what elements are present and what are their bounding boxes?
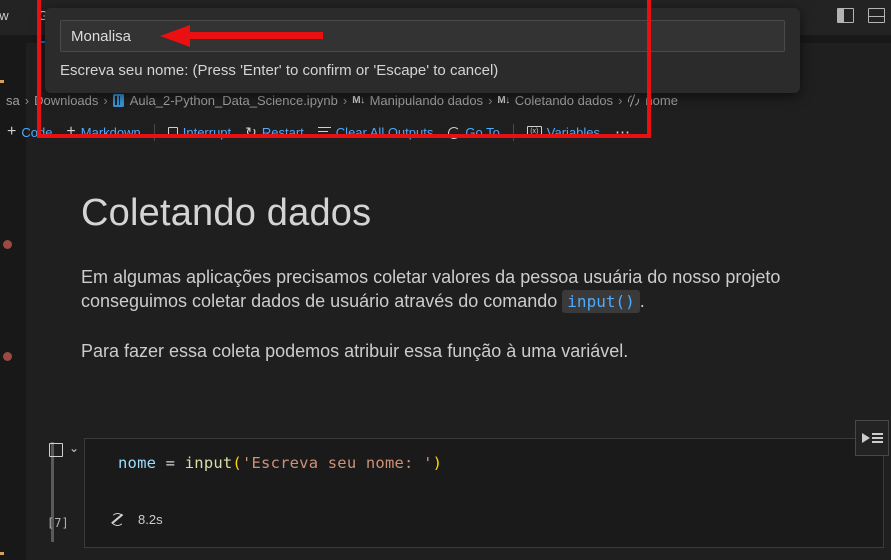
gutter-marker-dot[interactable] [3, 352, 12, 361]
breadcrumb-item-downloads[interactable]: Downloads [34, 93, 98, 108]
variables-button[interactable]: (x) Variables [520, 123, 607, 142]
plus-icon: + [7, 123, 17, 140]
running-sync-icon [110, 512, 125, 527]
window-layout-icons [837, 8, 885, 23]
sync-icon [627, 95, 639, 107]
cell-stop-button[interactable] [49, 443, 63, 457]
code-line: nome = input('Escreva seu nome: ') [118, 454, 442, 472]
plus-icon: + [66, 123, 76, 140]
gutter-marker-dot[interactable] [3, 240, 12, 249]
lines-icon [871, 433, 883, 443]
cell-editor[interactable]: nome = input('Escreva seu nome: ') 8.2s [84, 438, 884, 548]
code-token-operator: = [156, 454, 185, 472]
breadcrumb-separator: › [488, 93, 493, 108]
gutter-tick-top [0, 80, 4, 83]
breadcrumb-separator: › [618, 93, 623, 108]
stop-icon [167, 127, 178, 137]
paragraph-2: Para fazer essa coleta podemos atribuir … [81, 341, 629, 362]
paragraph-1-line-2-wrap: conseguimos coletar dados de usuário atr… [81, 288, 891, 316]
cell-run-time: 8.2s [138, 512, 163, 527]
code-token-variable: nome [118, 454, 157, 472]
breadcrumb-separator: › [342, 93, 348, 108]
gutter-tick-bottom [0, 552, 4, 555]
vscode-window: ew G sa › Downloads › Aula_2-Python_Data… [0, 0, 891, 560]
breadcrumb-item-coletando-dados[interactable]: M↓ Coletando dados [497, 93, 613, 108]
code-token-function: input [184, 454, 233, 472]
markdown-icon: M↓ [352, 95, 365, 106]
restart-button[interactable]: ↻ Restart [238, 123, 311, 142]
breadcrumb-separator: › [103, 93, 108, 108]
notebook-toolbar: + Code + Markdown Interrupt ↻ Restart Cl… [0, 118, 891, 146]
arrow-head [160, 25, 190, 47]
breadcrumb-item-manipulando-dados[interactable]: M↓ Manipulando dados [352, 93, 483, 108]
menu-item-view[interactable]: ew [0, 8, 9, 23]
breadcrumb-separator: › [24, 93, 30, 108]
chevron-down-icon[interactable]: ⌄ [69, 441, 79, 455]
cell-status-bar: 8.2s [110, 512, 163, 527]
breadcrumb-item-notebook[interactable]: Aula_2-Python_Data_Science.ipynb [112, 93, 338, 108]
run-by-line-button[interactable] [855, 420, 889, 456]
go-to-button[interactable]: Go To [440, 123, 506, 142]
play-icon [861, 433, 870, 443]
inline-code-input: input() [562, 290, 640, 314]
quick-input-popup[interactable]: Monalisa Escreva seu nome: (Press 'Enter… [45, 8, 800, 93]
variables-icon: (x) [526, 126, 542, 138]
layout-sidebar-icon[interactable] [837, 8, 854, 23]
quick-input-description: Escreva seu nome: (Press 'Enter' to conf… [60, 62, 499, 79]
goto-icon [447, 126, 461, 139]
paragraph-1-line-2: conseguimos coletar dados de usuário atr… [81, 291, 563, 312]
toolbar-divider [153, 123, 155, 141]
breadcrumb-item-root[interactable]: sa [0, 93, 20, 108]
breadcrumb-item-nome[interactable]: nome [627, 93, 678, 108]
paragraph-1-line-1: Em algumas aplicações precisamos coletar… [81, 266, 781, 287]
code-token-string: 'Escreva seu nome: ' [241, 454, 433, 472]
notebook-icon [112, 94, 124, 107]
execution-count: [7] [47, 516, 69, 530]
toolbar-divider [512, 123, 514, 141]
add-markdown-cell-button[interactable]: + Markdown [59, 122, 147, 142]
clear-all-outputs-button[interactable]: Clear All Outputs [311, 123, 441, 142]
notebook-canvas: Coletando dados Em algumas aplicações pr… [37, 146, 891, 560]
paragraph-1: Em algumas aplicações precisamos coletar… [81, 264, 891, 292]
restart-icon: ↻ [245, 124, 257, 140]
arrow-shaft [188, 32, 323, 39]
code-token-open-paren: ( [232, 454, 242, 472]
add-code-cell-button[interactable]: + Code [0, 122, 59, 142]
code-token-close-paren: ) [432, 454, 443, 472]
quick-input-value: Monalisa [71, 27, 132, 45]
layout-panel-icon[interactable] [868, 8, 885, 23]
paragraph-1-period: . [639, 291, 645, 312]
markdown-icon: M↓ [497, 95, 510, 106]
clear-outputs-icon [317, 126, 331, 138]
page-title: Coletando dados [81, 192, 372, 234]
interrupt-button[interactable]: Interrupt [161, 123, 238, 142]
markdown-cell-content[interactable]: Coletando dados Em algumas aplicações pr… [81, 191, 891, 366]
more-actions-button[interactable]: ⋯ [607, 123, 639, 141]
